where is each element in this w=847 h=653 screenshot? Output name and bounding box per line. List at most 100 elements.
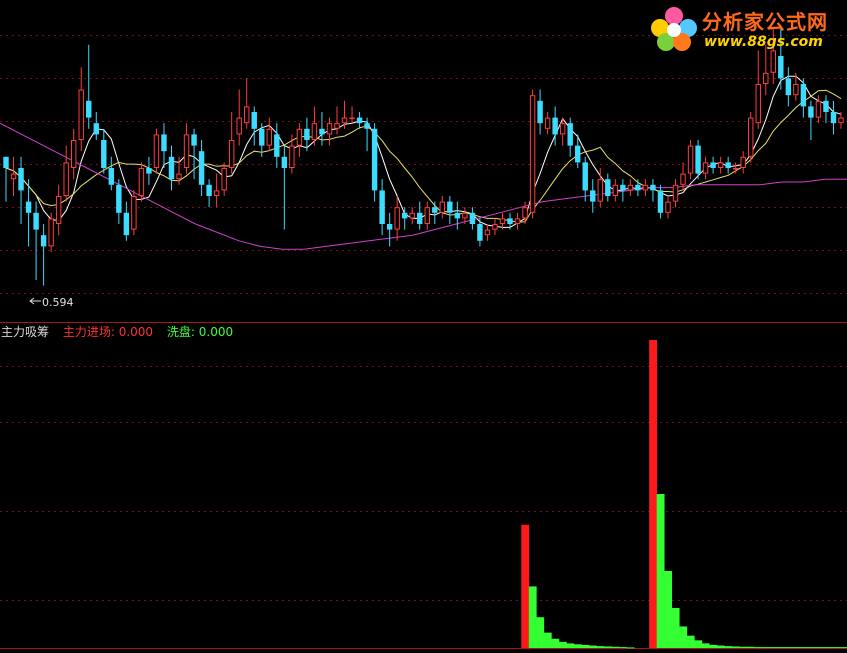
candle-body-down xyxy=(3,156,9,168)
low-price-label: 0.594 xyxy=(42,296,74,309)
candle-body-down xyxy=(657,190,664,213)
candle-body-up xyxy=(221,168,227,191)
indicator-bar xyxy=(724,646,733,648)
candle-body-up xyxy=(48,218,54,247)
candle-body-down xyxy=(161,134,167,152)
candle-body-down xyxy=(206,184,212,196)
candle-body-down xyxy=(386,224,393,230)
candle-body-down xyxy=(575,145,581,163)
indicator-bar xyxy=(611,646,620,648)
candle-body-up xyxy=(499,218,506,224)
candle-body-down xyxy=(108,168,115,185)
candle-body-up xyxy=(349,117,355,120)
candle-body-up xyxy=(213,190,220,196)
indicator-bar xyxy=(739,646,748,648)
indicator-bar xyxy=(784,647,793,649)
candle-body-up xyxy=(627,184,634,191)
indicator-bar xyxy=(604,646,612,648)
candle-body-down xyxy=(146,168,152,174)
candle-body-down xyxy=(401,212,408,219)
candle-body-up xyxy=(326,123,333,135)
candle-body-down xyxy=(25,201,32,213)
candle-body-down xyxy=(319,128,325,135)
candle-body-up xyxy=(514,218,521,224)
candle-body-down xyxy=(356,117,363,124)
indicator-bar xyxy=(551,638,560,648)
indicator-bar xyxy=(716,645,725,648)
candle-body-up xyxy=(597,179,603,202)
candle-body-up xyxy=(717,162,724,168)
candle-body-down xyxy=(567,123,573,146)
candle-body-up xyxy=(311,123,318,140)
candle-body-up xyxy=(642,184,649,191)
candle-body-down xyxy=(710,162,716,168)
candle-body-up xyxy=(612,184,619,197)
candle-body-up xyxy=(10,173,17,180)
candle-body-up xyxy=(763,72,769,85)
candle-body-up xyxy=(138,168,145,196)
candle-body-down xyxy=(123,212,130,236)
candle-body-down xyxy=(116,184,122,213)
candle-body-down xyxy=(552,117,558,135)
candle-body-up xyxy=(484,229,491,236)
candle-body-down xyxy=(281,156,288,168)
candle-body-up xyxy=(687,145,694,174)
indicator-bar xyxy=(709,644,718,648)
candle-body-up xyxy=(672,184,679,202)
candle-body-down xyxy=(364,123,370,129)
indicator-bar xyxy=(679,626,688,648)
candle-body-down xyxy=(379,190,385,224)
candle-body-up xyxy=(153,134,160,168)
candle-body-down xyxy=(800,84,807,107)
candle-body-up xyxy=(394,207,400,230)
candle-body-down xyxy=(168,156,175,180)
candle-body-up xyxy=(732,168,739,170)
candle-body-up xyxy=(266,128,272,146)
candle-body-down xyxy=(101,140,107,168)
indicator-bar xyxy=(799,647,808,649)
candle-body-up xyxy=(770,50,777,73)
candle-body-up xyxy=(665,201,671,213)
candle-body-up xyxy=(341,117,348,124)
candle-body-up xyxy=(228,140,235,168)
candle-body-down xyxy=(93,123,99,135)
candle-body-up xyxy=(755,84,761,124)
candle-body-up xyxy=(793,84,799,96)
legend-main-entry: 主力进场: 0.000 xyxy=(62,325,154,339)
candle-body-down xyxy=(469,212,476,224)
candle-body-up xyxy=(544,117,551,129)
candle-body-up xyxy=(815,100,822,118)
candle-body-up xyxy=(424,207,430,224)
indicator-bar xyxy=(694,640,703,648)
indicator-bar xyxy=(626,647,635,649)
candle-body-down xyxy=(447,201,453,213)
candle-body-up xyxy=(183,134,190,168)
candle-body-up xyxy=(492,224,498,230)
indicator-bar xyxy=(746,646,755,648)
chart-window: 0.594 主力吸筹 主力进场: 0.000 洗盘: 0.000 分析家公式网 … xyxy=(0,0,847,653)
candle-body-down xyxy=(33,212,39,230)
candle-body-down xyxy=(18,168,24,191)
candle-body-down xyxy=(582,162,588,191)
candle-body-up xyxy=(409,212,415,219)
candle-body-down xyxy=(304,128,310,140)
indicator-bar xyxy=(619,647,627,649)
candle-body-down xyxy=(695,145,701,174)
candle-body-down xyxy=(725,162,731,168)
indicator-bar xyxy=(701,643,710,648)
candle-body-down xyxy=(371,128,378,191)
indicator-bar xyxy=(581,644,590,648)
candle-body-down xyxy=(454,212,461,219)
candle-body-down xyxy=(808,106,814,118)
candle-body-up xyxy=(838,117,844,124)
flower-logo-icon xyxy=(651,7,697,51)
indicator-bar xyxy=(671,607,680,648)
indicator-bar xyxy=(731,646,740,648)
candle-body-down xyxy=(198,151,205,185)
indicator-bar xyxy=(543,632,552,648)
candle-body-up xyxy=(131,196,137,230)
indicator-bar xyxy=(807,647,815,649)
candle-body-up xyxy=(63,162,69,196)
candle-body-up xyxy=(740,156,746,169)
candle-body-down xyxy=(650,184,656,191)
